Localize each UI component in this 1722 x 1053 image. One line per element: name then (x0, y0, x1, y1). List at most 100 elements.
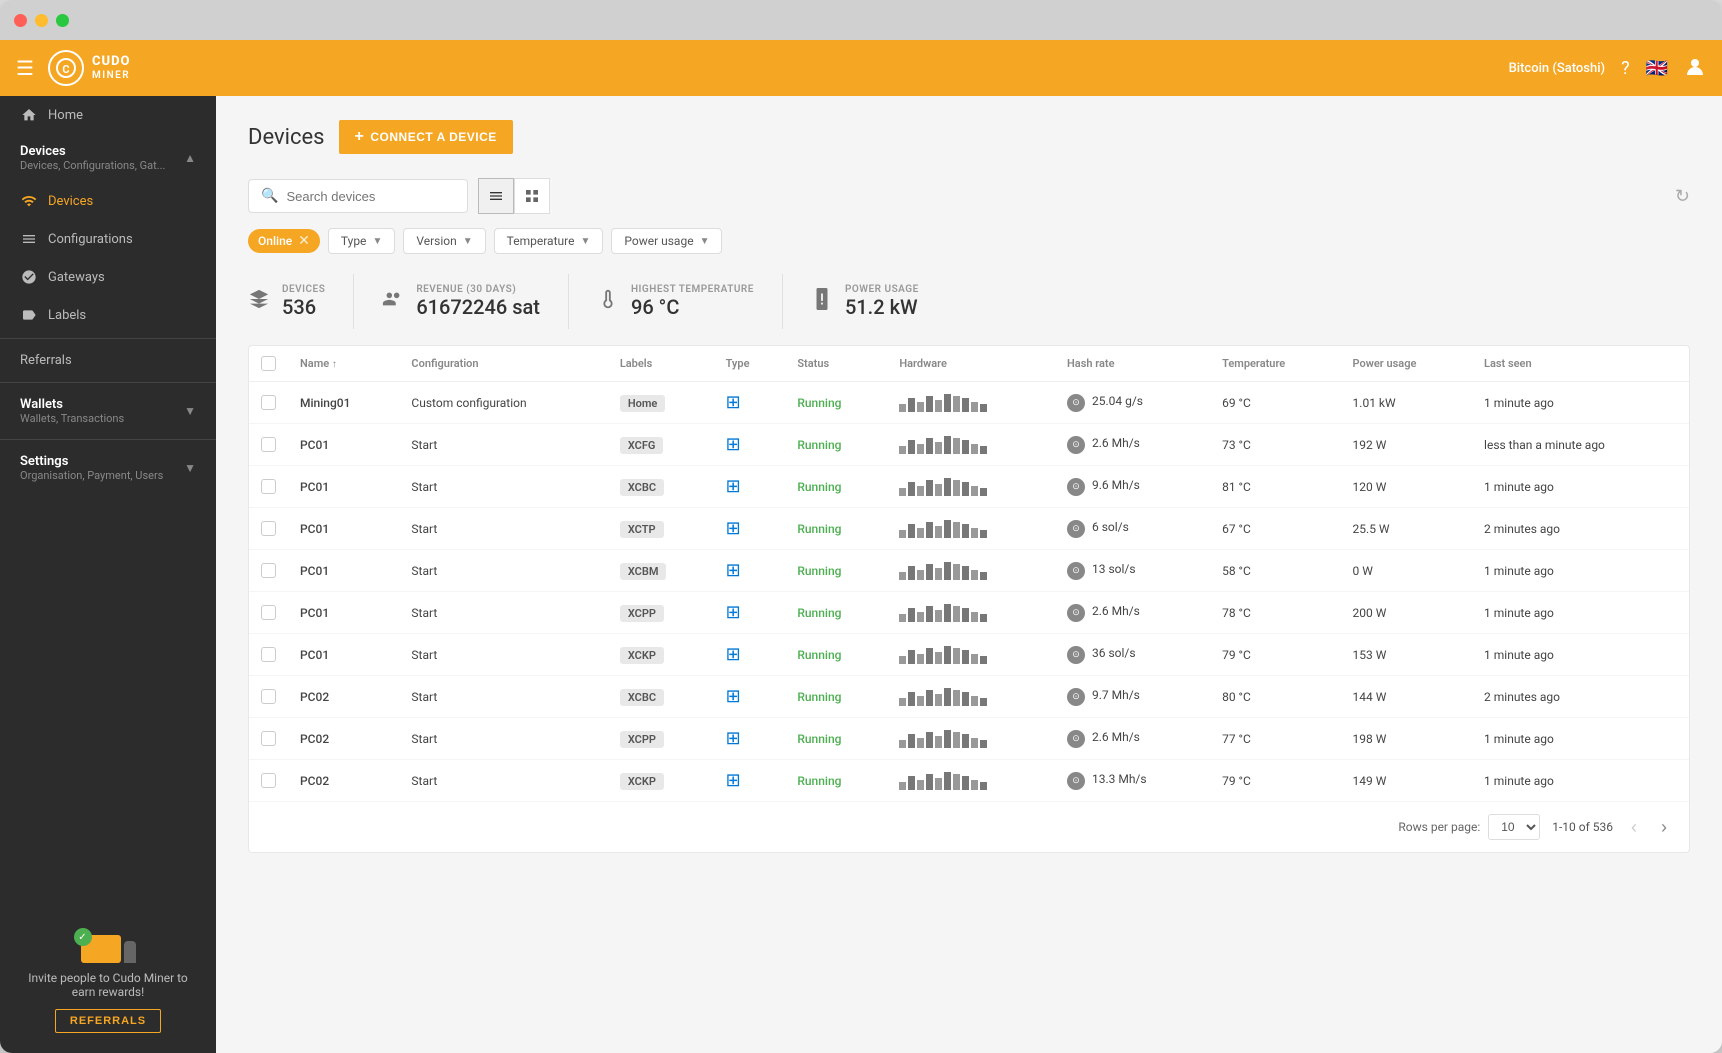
row-checkbox[interactable] (261, 479, 276, 494)
select-all-checkbox[interactable] (261, 356, 276, 371)
row-type: ⊞ (714, 508, 786, 550)
sidebar-settings-group[interactable]: Settings Organisation, Payment, Users ▼ (0, 444, 216, 492)
filters-bar: Online ✕ Type ▼ Version ▼ Temperature (248, 228, 1690, 254)
windows-icon: ⊞ (726, 686, 741, 707)
connect-device-button[interactable]: + CONNECT A DEVICE (339, 120, 513, 154)
table-row: PC02 Start XCBC ⊞ Running ⊙ 9.7 Mh/s 80 … (249, 676, 1689, 718)
row-name: PC01 (288, 424, 399, 466)
currency-label[interactable]: Bitcoin (Satoshi) (1509, 61, 1606, 76)
row-checkbox[interactable] (261, 773, 276, 788)
row-hashrate: ⊙ 6 sol/s (1055, 508, 1210, 550)
row-checkbox[interactable] (261, 689, 276, 704)
col-name[interactable]: Name ↑ (288, 346, 399, 382)
rows-per-page: Rows per page: 10 25 50 (1398, 814, 1540, 840)
hardware-bars (899, 646, 1043, 664)
row-checkbox[interactable] (261, 395, 276, 410)
row-checkbox[interactable] (261, 605, 276, 620)
user-icon[interactable] (1684, 55, 1706, 82)
row-config: Start (399, 634, 607, 676)
label-badge: XCBC (620, 689, 664, 706)
row-type: ⊞ (714, 592, 786, 634)
titlebar (0, 0, 1722, 40)
table-row: PC01 Start XCBM ⊞ Running ⊙ 13 sol/s 58 … (249, 550, 1689, 592)
row-label: XCPP (608, 592, 714, 634)
page-header: Devices + CONNECT A DEVICE (248, 120, 1690, 154)
stat-revenue-info: REVENUE (30 DAYS) 61672246 sat (416, 284, 540, 319)
hardware-bars (899, 394, 1043, 412)
row-checkbox[interactable] (261, 731, 276, 746)
label-badge: XCBM (620, 563, 667, 580)
sidebar-item-referrals[interactable]: Referrals (0, 343, 216, 378)
sidebar-item-home[interactable]: Home (0, 96, 216, 134)
logo-name: CUDO (92, 55, 131, 69)
stat-devices-info: DEVICES 536 (282, 284, 325, 319)
power-usage-filter[interactable]: Power usage ▼ (611, 228, 722, 254)
row-temperature: 73 °C (1210, 424, 1340, 466)
prev-page-button[interactable]: ‹ (1625, 815, 1643, 840)
row-config: Custom configuration (399, 382, 607, 424)
devices-stat-icon (248, 288, 270, 315)
search-input[interactable] (286, 189, 455, 204)
online-filter-remove[interactable]: ✕ (298, 233, 310, 249)
windows-icon: ⊞ (726, 728, 741, 749)
row-checkbox[interactable] (261, 647, 276, 662)
version-filter-arrow: ▼ (463, 236, 473, 247)
maximize-btn[interactable] (56, 14, 69, 27)
stat-devices: DEVICES 536 (248, 274, 354, 329)
sidebar-wallets-group[interactable]: Wallets Wallets, Transactions ▼ (0, 387, 216, 435)
minimize-btn[interactable] (35, 14, 48, 27)
wallets-group-title: Wallets (20, 397, 124, 412)
stats-bar: DEVICES 536 REVENUE (30 DAYS) 61672246 s… (248, 274, 1690, 329)
row-label: XCFG (608, 424, 714, 466)
row-checkbox[interactable] (261, 521, 276, 536)
rows-per-page-select[interactable]: 10 25 50 (1488, 814, 1540, 840)
row-lastseen: 1 minute ago (1472, 466, 1689, 508)
temperature-filter[interactable]: Temperature ▼ (494, 228, 604, 254)
revenue-stat-icon (382, 288, 404, 315)
row-config: Start (399, 718, 607, 760)
next-page-button[interactable]: › (1655, 815, 1673, 840)
refresh-button[interactable]: ↻ (1675, 186, 1690, 207)
sidebar-devices-group[interactable]: Devices Devices, Configurations, Gat... … (0, 134, 216, 182)
hashrate-icon: ⊙ (1067, 730, 1085, 748)
type-filter[interactable]: Type ▼ (328, 228, 395, 254)
devices-group-title: Devices (20, 144, 165, 159)
rows-per-page-label: Rows per page: (1398, 820, 1480, 834)
hashrate-icon: ⊙ (1067, 562, 1085, 580)
sidebar-wallets-info: Wallets Wallets, Transactions (20, 397, 124, 425)
sidebar-item-labels[interactable]: Labels (0, 296, 216, 334)
row-checkbox[interactable] (261, 437, 276, 452)
row-temperature: 69 °C (1210, 382, 1340, 424)
wallets-group-subtitle: Wallets, Transactions (20, 412, 124, 425)
row-hardware (887, 634, 1055, 676)
row-lastseen: 1 minute ago (1472, 718, 1689, 760)
hashrate-icon: ⊙ (1067, 478, 1085, 496)
sidebar-item-configurations[interactable]: Configurations (0, 220, 216, 258)
row-checkbox[interactable] (261, 563, 276, 578)
temp-stat-label: HIGHEST TEMPERATURE (631, 284, 754, 295)
label-badge: XCKP (620, 647, 664, 664)
row-type: ⊞ (714, 760, 786, 802)
grid-view-button[interactable] (514, 178, 550, 214)
hashrate-icon: ⊙ (1067, 436, 1085, 454)
help-icon[interactable]: ? (1621, 58, 1630, 79)
sidebar-item-devices[interactable]: Devices (0, 182, 216, 220)
referrals-button[interactable]: REFERRALS (55, 1009, 161, 1033)
menu-icon[interactable]: ☰ (16, 56, 34, 80)
temp-stat-value: 96 °C (631, 295, 754, 319)
type-filter-arrow: ▼ (372, 236, 382, 247)
sidebar-item-gateways[interactable]: Gateways (0, 258, 216, 296)
row-lastseen: 1 minute ago (1472, 382, 1689, 424)
row-name: PC01 (288, 634, 399, 676)
row-name: PC02 (288, 676, 399, 718)
pagination: Rows per page: 10 25 50 1-10 of 536 ‹ › (249, 802, 1689, 852)
table-header-checkbox (249, 346, 288, 382)
row-hashrate: ⊙ 13.3 Mh/s (1055, 760, 1210, 802)
list-view-button[interactable] (478, 178, 514, 214)
revenue-stat-value: 61672246 sat (416, 295, 540, 319)
type-filter-label: Type (341, 234, 367, 248)
version-filter[interactable]: Version ▼ (403, 228, 485, 254)
power-stat-value: 51.2 kW (845, 295, 919, 319)
close-btn[interactable] (14, 14, 27, 27)
windows-icon: ⊞ (726, 476, 741, 497)
